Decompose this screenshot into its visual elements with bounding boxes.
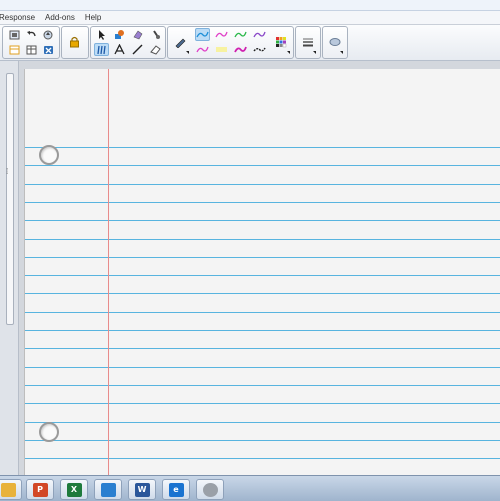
blank-page-icon[interactable] [7,43,22,56]
notebook-rule-line [25,348,500,349]
drawing-tools-group [90,26,166,59]
notebook-rule-line [25,330,500,331]
palette-dropdown-icon[interactable] [287,51,290,54]
toolbar [0,25,500,61]
splitter-grip-icon[interactable]: ⁞ [6,167,8,176]
eraser-icon[interactable] [148,43,163,56]
notebook-rule-line [25,202,500,203]
table-icon[interactable] [24,43,39,56]
eraser-tool-icon[interactable] [130,28,145,41]
pen-black-dashed-icon[interactable] [252,43,267,56]
pen-dropdown-icon[interactable] [186,51,189,54]
title-bar [0,0,500,11]
taskbar-powerpoint-button[interactable]: P [26,479,54,500]
notebook-rule-line [25,184,500,185]
shape-fill-icon[interactable] [112,28,127,41]
binder-hole-top [39,145,59,165]
notebook-rule-line [25,385,500,386]
notebook-rule-line [25,147,500,148]
pen-purple-thin-icon[interactable] [252,28,267,41]
media-player-icon [202,482,218,497]
fill-group [322,26,348,59]
taskbar-media-player-button[interactable] [196,479,224,500]
pen-pink-thick-icon[interactable] [195,43,210,56]
internet-explorer-icon: e [168,482,184,497]
notebook-rule-line [25,293,500,294]
fill-effects-icon[interactable] [327,35,342,48]
menu-help[interactable]: Help [80,13,106,22]
pen-pink-thin-icon[interactable] [214,28,229,41]
menu-add-ons[interactable]: Add-ons [40,13,80,22]
pen-magenta-thick-icon[interactable] [233,43,248,56]
magic-pen-icon[interactable] [148,28,163,41]
fill-dropdown-icon[interactable] [340,51,343,54]
binder-hole-bottom [39,422,59,442]
lock-icon[interactable] [67,35,82,48]
powerpoint-icon: P [32,482,48,497]
folder-icon [0,482,16,497]
undo-icon[interactable] [24,28,39,41]
text-tool-icon[interactable] [112,43,127,56]
side-panel-scrollbar[interactable] [6,73,14,325]
notebook-rule-line [25,440,500,441]
select-arrow-icon[interactable] [94,28,109,41]
word-icon: W [134,482,150,497]
notebook-rule-line [25,367,500,368]
notebook-rule-line [25,165,500,166]
taskbar-folder-button[interactable] [0,479,22,500]
highlighter-yellow-icon[interactable] [214,43,229,56]
multi-pen-icon[interactable] [94,43,109,56]
excel-icon: X [66,482,82,497]
notebook-rule-line [25,422,500,423]
lined-notebook-paper[interactable] [25,69,500,475]
taskbar-excel-button[interactable]: X [60,479,88,500]
screen-capture-icon[interactable] [7,28,22,41]
color-palette-icon[interactable] [273,35,288,48]
notebook-app-icon [100,482,116,497]
line-tool-icon[interactable] [130,43,145,56]
pen-blue-thin-icon[interactable] [195,28,210,41]
taskbar: P X We [0,475,500,501]
taskbar-internet-explorer-button[interactable]: e [162,479,190,500]
notebook-rule-line [25,239,500,240]
notebook-rule-line [25,458,500,459]
line-width-dropdown-icon[interactable] [313,51,316,54]
notebook-rule-line [25,403,500,404]
notebook-rule-line [25,312,500,313]
delete-page-icon[interactable] [41,43,56,56]
taskbar-notebook-app-button[interactable] [94,479,122,500]
side-panel: ⁞ [0,61,19,475]
red-margin-line [108,69,109,475]
pen-green-thin-icon[interactable] [233,28,248,41]
gallery-icon[interactable] [41,28,56,41]
line-style-group [295,26,321,59]
pen-styles-group [167,26,294,59]
menu-response[interactable]: Response [0,13,40,22]
notebook-rule-line [25,220,500,221]
taskbar-word-button[interactable]: W [128,479,156,500]
menu-bar: Response Add-ons Help [0,11,500,25]
pen-icon[interactable] [172,35,187,48]
page-tools-group [2,26,60,59]
notebook-rule-line [25,257,500,258]
notebook-rule-line [25,275,500,276]
line-width-icon[interactable] [300,35,315,48]
whiteboard-area[interactable] [19,61,500,475]
lock-group [61,26,89,59]
